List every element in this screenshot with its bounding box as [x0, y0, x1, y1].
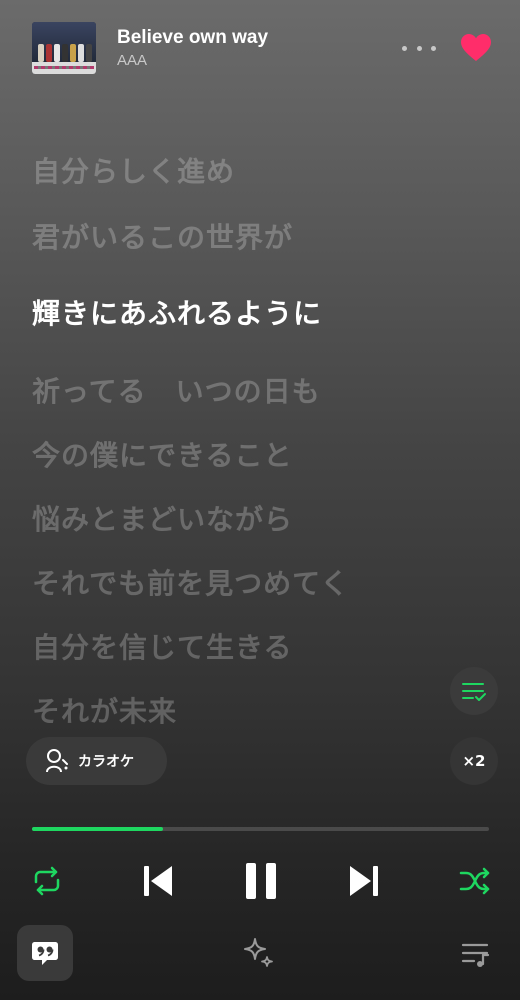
lyric-line[interactable]: 悩みとまどいながら	[32, 498, 293, 538]
karaoke-mic-icon	[46, 749, 68, 773]
skip-next-icon[interactable]	[347, 862, 381, 900]
lyric-line[interactable]: 君がいるこの世界が	[32, 216, 293, 256]
karaoke-button[interactable]: カラオケ	[26, 737, 167, 785]
album-cover[interactable]	[32, 22, 96, 74]
playback-speed-button[interactable]: ×2	[450, 737, 498, 785]
lyric-line[interactable]: 自分らしく進め	[32, 150, 235, 190]
lyrics-quote-icon[interactable]	[17, 925, 73, 981]
more-icon[interactable]	[402, 38, 436, 58]
lyric-line[interactable]: 今の僕にできること	[32, 434, 292, 474]
track-title[interactable]: Believe own way	[117, 27, 268, 49]
now-playing-screen: Believe own way AAA 自分らしく進め 君がいるこの世界が 輝き…	[0, 0, 520, 1000]
heart-icon[interactable]	[460, 33, 492, 63]
karaoke-label: カラオケ	[78, 754, 134, 770]
skip-previous-icon[interactable]	[141, 862, 175, 900]
lyric-line-active[interactable]: 輝きにあふれるように	[32, 292, 322, 332]
repeat-icon[interactable]	[30, 866, 64, 896]
sparkle-icon[interactable]	[241, 935, 277, 971]
lyric-line[interactable]: 自分を信じて生きる	[32, 626, 292, 666]
lyric-line[interactable]: それでも前を見つめてく	[32, 562, 349, 602]
progress-bar[interactable]	[32, 827, 489, 831]
track-header: Believe own way AAA	[0, 0, 520, 100]
playlist-icon[interactable]	[460, 940, 492, 970]
shuffle-icon[interactable]	[458, 866, 492, 896]
track-artist[interactable]: AAA	[117, 52, 147, 69]
lyrics-view[interactable]: 自分らしく進め 君がいるこの世界が 輝きにあふれるように 祈ってる いつの日も …	[32, 140, 502, 730]
progress-fill	[32, 827, 163, 831]
lyric-line[interactable]: それが未来	[32, 690, 177, 730]
lyric-line[interactable]: 祈ってる いつの日も	[32, 370, 321, 410]
queue-check-icon[interactable]	[450, 667, 498, 715]
pause-icon[interactable]	[241, 860, 281, 902]
